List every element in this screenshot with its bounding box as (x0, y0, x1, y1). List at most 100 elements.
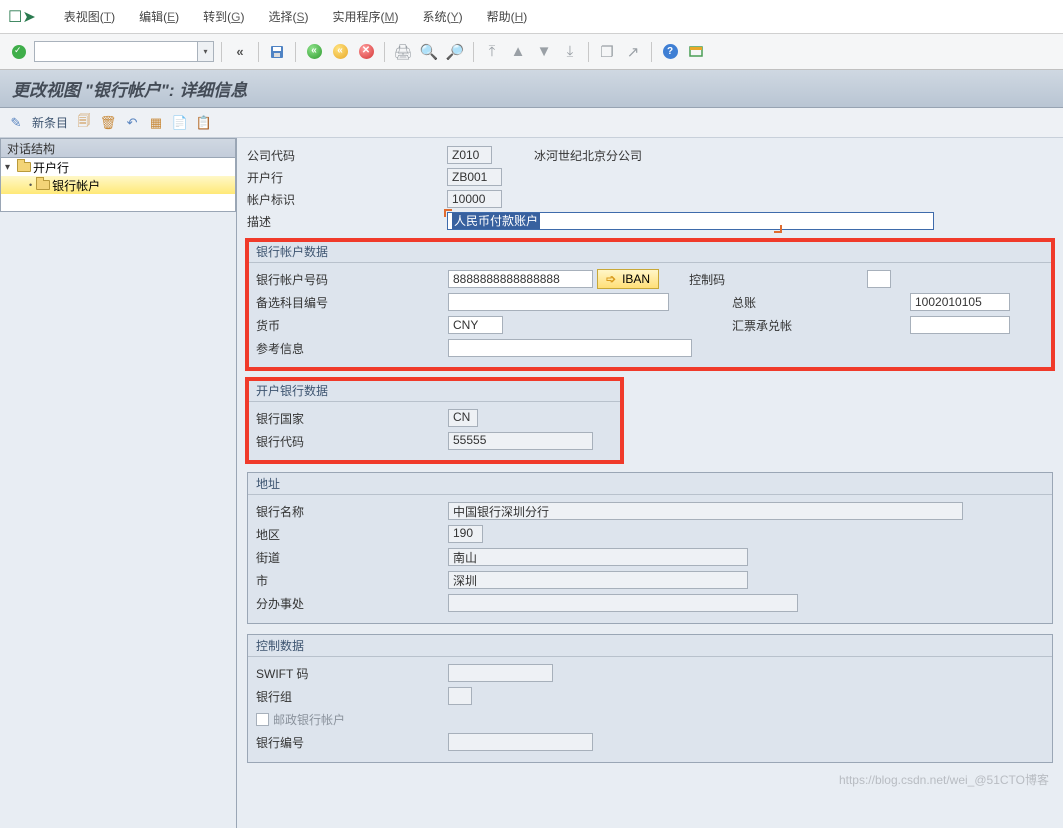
shortcut-button[interactable]: ↗ (622, 41, 644, 63)
next-page-button[interactable]: ▼ (533, 41, 555, 63)
tree-node-label: 银行帐户 (52, 177, 100, 194)
tree-body: ▾ 开户行 • 银行帐户 (0, 158, 236, 212)
input-control-key[interactable] (867, 270, 891, 288)
iban-button[interactable]: ➩IBAN (597, 269, 659, 289)
value-bank-number (448, 733, 593, 751)
input-account-no[interactable] (448, 270, 593, 288)
label-bank-key: 银行代码 (256, 433, 448, 450)
folder-icon (17, 162, 31, 172)
page-title: 更改视图 "银行帐户": 详细信息 (12, 76, 247, 101)
find-button[interactable]: 🔍 (418, 41, 440, 63)
label-street: 街道 (256, 549, 448, 566)
print-button[interactable]: 🖨 (392, 41, 414, 63)
label-post-bank: 邮政银行帐户 (273, 711, 345, 728)
cursor-bracket-icon (444, 209, 452, 217)
menu-tableview[interactable]: 表视图(T) (64, 8, 115, 25)
separator (384, 42, 385, 62)
folder-icon (36, 180, 50, 190)
cancel-button[interactable]: ✕ (355, 41, 377, 63)
text-company-name: 冰河世纪北京分公司 (534, 147, 642, 164)
menu-select[interactable]: 选择(S) (269, 8, 309, 25)
find-next-button[interactable]: 🔎 (444, 41, 466, 63)
label-bank-group: 银行组 (256, 688, 448, 705)
separator (221, 42, 222, 62)
system-toolbar: ▾ « « « ✕ 🖨 🔍 🔎 ⤒ ▲ ▼ ⤓ ❐ ↗ ? (0, 34, 1063, 70)
tree-node-label: 开户行 (33, 159, 69, 176)
label-description: 描述 (247, 213, 447, 230)
label-house-bank: 开户行 (247, 169, 447, 186)
label-city: 市 (256, 572, 448, 589)
group-title: 开户银行数据 (248, 380, 621, 402)
new-entry-button[interactable]: 新条目 (32, 114, 68, 131)
separator (473, 42, 474, 62)
input-currency[interactable] (448, 316, 503, 334)
copy-button[interactable]: 🗐 (76, 115, 92, 131)
delete-button[interactable]: 🗑 (100, 115, 116, 131)
label-bank-country: 银行国家 (256, 410, 448, 427)
label-swift: SWIFT 码 (256, 665, 448, 682)
label-control-key: 控制码 (689, 271, 777, 288)
separator (588, 42, 589, 62)
select-all-button[interactable]: ▦ (148, 115, 164, 131)
back-green-button[interactable]: « (303, 41, 325, 63)
tree-node-bankaccount[interactable]: • 银行帐户 (1, 176, 235, 194)
label-alt-account: 备选科目编号 (256, 294, 448, 311)
tree-panel: 对话结构 ▾ 开户行 • 银行帐户 (0, 138, 237, 828)
prev-page-button[interactable]: ▲ (507, 41, 529, 63)
new-session-button[interactable]: ❐ (596, 41, 618, 63)
label-account-id: 帐户标识 (247, 191, 447, 208)
menubar: ☐➤ 表视图(T) 编辑(E) 转到(G) 选择(S) 实用程序(M) 系统(Y… (0, 0, 1063, 34)
group-title: 控制数据 (248, 635, 1052, 657)
transport-button[interactable]: 📋 (196, 115, 212, 131)
cursor-bracket-icon (774, 225, 782, 233)
label-account-no: 银行帐户号码 (256, 271, 448, 288)
save-button[interactable] (266, 41, 288, 63)
exit-button[interactable]: « (329, 41, 351, 63)
titlebar: 更改视图 "银行帐户": 详细信息 (0, 70, 1063, 108)
separator (258, 42, 259, 62)
input-discount[interactable] (910, 316, 1010, 334)
value-branch (448, 594, 798, 612)
checkbox-post-bank (256, 713, 269, 726)
value-account-id: 10000 (447, 190, 502, 208)
content-area: 公司代码 Z010 冰河世纪北京分公司 开户行 ZB001 帐户标识 10000… (237, 138, 1063, 828)
value-bank-group (448, 687, 472, 705)
value-street: 南山 (448, 548, 748, 566)
menu-edit[interactable]: 编辑(E) (139, 8, 179, 25)
input-gl-account[interactable] (910, 293, 1010, 311)
menu-help[interactable]: 帮助(H) (487, 8, 528, 25)
menu-util[interactable]: 实用程序(M) (333, 8, 399, 25)
tree-collapse-icon[interactable]: ▾ (5, 162, 15, 173)
undo-button[interactable]: ↶ (124, 115, 140, 131)
separator (651, 42, 652, 62)
value-city: 深圳 (448, 571, 748, 589)
input-alt-account[interactable] (448, 293, 669, 311)
local-layout-button[interactable] (685, 41, 707, 63)
label-currency: 货币 (256, 317, 448, 334)
first-page-button[interactable]: ⤒ (481, 41, 503, 63)
log-button[interactable]: 📄 (172, 115, 188, 131)
value-swift (448, 664, 553, 682)
change-display-toggle[interactable]: ✎ (8, 115, 24, 131)
value-bank-country: CN (448, 409, 478, 427)
tree-node-housebank[interactable]: ▾ 开户行 (1, 158, 235, 176)
label-bank-number: 银行编号 (256, 734, 448, 751)
help-button[interactable]: ? (659, 41, 681, 63)
label-company-code: 公司代码 (247, 147, 447, 164)
separator (295, 42, 296, 62)
command-field[interactable]: ▾ (34, 41, 214, 62)
menu-goto[interactable]: 转到(G) (203, 8, 244, 25)
group-bank-account-data: 银行帐户数据 银行帐户号码 ➩IBAN 控制码 备选科目编号 总账 货币 (247, 240, 1053, 369)
menu-system[interactable]: 系统(Y) (423, 8, 463, 25)
app-toolbar: ✎ 新条目 🗐 🗑 ↶ ▦ 📄 📋 (0, 108, 1063, 138)
main-area: 对话结构 ▾ 开户行 • 银行帐户 公司代码 Z010 冰河世纪北京分公司 开户… (0, 138, 1063, 828)
label-gl-account: 总账 (732, 294, 820, 311)
input-reference[interactable] (448, 339, 692, 357)
menu-enter-icon[interactable]: ☐➤ (8, 7, 36, 27)
back-button[interactable]: « (229, 41, 251, 63)
label-reference: 参考信息 (256, 340, 448, 357)
group-title: 银行帐户数据 (248, 241, 1052, 263)
ok-button[interactable] (8, 41, 30, 63)
input-description[interactable]: 人民币付款账户 (447, 212, 934, 230)
last-page-button[interactable]: ⤓ (559, 41, 581, 63)
